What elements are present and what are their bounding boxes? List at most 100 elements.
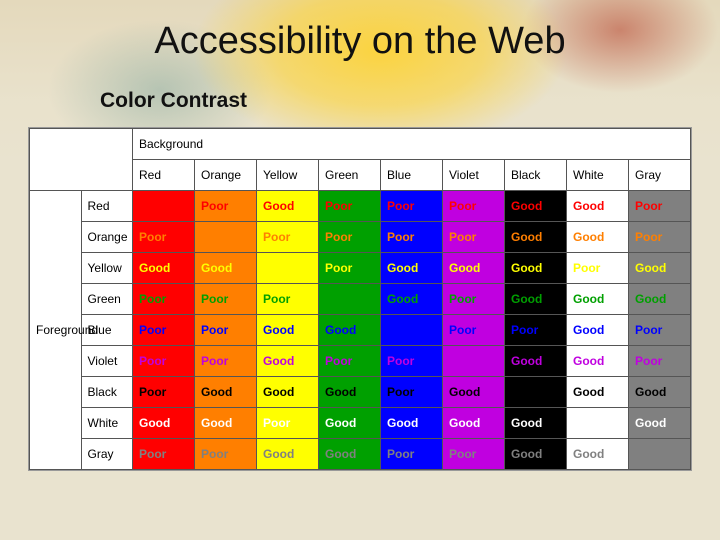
table-row: BluePoorPoorGoodGoodPoorPoorGoodPoor <box>30 315 691 346</box>
cell-black-on-yellow: Good <box>257 377 319 408</box>
bg-col-violet: Violet <box>443 160 505 191</box>
contrast-table: Background RedOrangeYellowGreenBlueViole… <box>29 128 691 470</box>
cell-green-on-yellow: Poor <box>257 284 319 315</box>
cell-gray-on-yellow: Good <box>257 439 319 470</box>
fg-group-header: Foreground <box>30 191 82 470</box>
cell-yellow-on-red: Good <box>133 253 195 284</box>
cell-orange-on-white: Good <box>567 222 629 253</box>
cell-violet-on-red: Poor <box>133 346 195 377</box>
bg-col-black: Black <box>505 160 567 191</box>
cell-black-on-red: Poor <box>133 377 195 408</box>
cell-white-on-blue: Good <box>381 408 443 439</box>
cell-violet-on-yellow: Good <box>257 346 319 377</box>
cell-gray-on-black: Good <box>505 439 567 470</box>
fg-row-yellow: Yellow <box>81 253 133 284</box>
cell-violet-on-orange: Poor <box>195 346 257 377</box>
cell-black-on-green: Good <box>319 377 381 408</box>
page-title: Accessibility on the Web <box>0 20 720 63</box>
cell-red-on-white: Good <box>567 191 629 222</box>
table-body: ForegroundRedPoorGoodPoorPoorPoorGoodGoo… <box>30 191 691 470</box>
cell-black-on-blue: Poor <box>381 377 443 408</box>
cell-blue-on-orange: Poor <box>195 315 257 346</box>
cell-red-on-blue: Poor <box>381 191 443 222</box>
fg-row-red: Red <box>81 191 133 222</box>
cell-green-on-orange: Poor <box>195 284 257 315</box>
cell-green-on-blue: Good <box>381 284 443 315</box>
cell-yellow-on-yellow <box>257 253 319 284</box>
cell-orange-on-red: Poor <box>133 222 195 253</box>
bg-group-header: Background <box>133 129 691 160</box>
cell-violet-on-white: Good <box>567 346 629 377</box>
cell-red-on-violet: Poor <box>443 191 505 222</box>
cell-black-on-white: Good <box>567 377 629 408</box>
cell-red-on-green: Poor <box>319 191 381 222</box>
table-row: BlackPoorGoodGoodGoodPoorGoodGoodGood <box>30 377 691 408</box>
cell-white-on-black: Good <box>505 408 567 439</box>
fg-row-white: White <box>81 408 133 439</box>
cell-red-on-gray: Poor <box>629 191 691 222</box>
cell-gray-on-blue: Poor <box>381 439 443 470</box>
bg-col-red: Red <box>133 160 195 191</box>
cell-orange-on-black: Good <box>505 222 567 253</box>
contrast-table-container: Background RedOrangeYellowGreenBlueViole… <box>28 127 692 471</box>
bg-col-blue: Blue <box>381 160 443 191</box>
cell-blue-on-green: Good <box>319 315 381 346</box>
cell-orange-on-orange <box>195 222 257 253</box>
cell-white-on-red: Good <box>133 408 195 439</box>
cell-gray-on-gray <box>629 439 691 470</box>
cell-white-on-white <box>567 408 629 439</box>
cell-green-on-violet: Poor <box>443 284 505 315</box>
cell-red-on-yellow: Good <box>257 191 319 222</box>
bg-col-gray: Gray <box>629 160 691 191</box>
cell-yellow-on-orange: Good <box>195 253 257 284</box>
cell-yellow-on-violet: Good <box>443 253 505 284</box>
cell-blue-on-blue <box>381 315 443 346</box>
fg-row-blue: Blue <box>81 315 133 346</box>
table-row: GrayPoorPoorGoodGoodPoorPoorGoodGood <box>30 439 691 470</box>
cell-blue-on-white: Good <box>567 315 629 346</box>
table-row: ForegroundRedPoorGoodPoorPoorPoorGoodGoo… <box>30 191 691 222</box>
cell-yellow-on-green: Poor <box>319 253 381 284</box>
cell-black-on-gray: Good <box>629 377 691 408</box>
cell-yellow-on-blue: Good <box>381 253 443 284</box>
cell-violet-on-black: Good <box>505 346 567 377</box>
cell-white-on-yellow: Poor <box>257 408 319 439</box>
cell-black-on-violet: Good <box>443 377 505 408</box>
cell-gray-on-white: Good <box>567 439 629 470</box>
cell-blue-on-gray: Poor <box>629 315 691 346</box>
cell-gray-on-green: Good <box>319 439 381 470</box>
cell-yellow-on-gray: Good <box>629 253 691 284</box>
table-row: VioletPoorPoorGoodPoorPoorGoodGoodPoor <box>30 346 691 377</box>
table-row: YellowGoodGoodPoorGoodGoodGoodPoorGood <box>30 253 691 284</box>
cell-white-on-gray: Good <box>629 408 691 439</box>
cell-violet-on-violet <box>443 346 505 377</box>
cell-green-on-white: Good <box>567 284 629 315</box>
cell-orange-on-green: Poor <box>319 222 381 253</box>
table-row: OrangePoorPoorPoorPoorPoorGoodGoodPoor <box>30 222 691 253</box>
cell-red-on-orange: Poor <box>195 191 257 222</box>
fg-row-green: Green <box>81 284 133 315</box>
table-row: WhiteGoodGoodPoorGoodGoodGoodGoodGood <box>30 408 691 439</box>
cell-green-on-gray: Good <box>629 284 691 315</box>
cell-gray-on-orange: Poor <box>195 439 257 470</box>
bg-col-white: White <box>567 160 629 191</box>
cell-violet-on-gray: Poor <box>629 346 691 377</box>
fg-row-orange: Orange <box>81 222 133 253</box>
cell-white-on-orange: Good <box>195 408 257 439</box>
cell-orange-on-blue: Poor <box>381 222 443 253</box>
cell-orange-on-violet: Poor <box>443 222 505 253</box>
cell-violet-on-green: Poor <box>319 346 381 377</box>
cell-green-on-red: Poor <box>133 284 195 315</box>
table-corner <box>30 129 133 191</box>
cell-blue-on-red: Poor <box>133 315 195 346</box>
section-heading: Color Contrast <box>100 89 720 113</box>
bg-col-orange: Orange <box>195 160 257 191</box>
cell-yellow-on-black: Good <box>505 253 567 284</box>
cell-orange-on-gray: Poor <box>629 222 691 253</box>
fg-row-black: Black <box>81 377 133 408</box>
cell-green-on-green <box>319 284 381 315</box>
cell-blue-on-violet: Poor <box>443 315 505 346</box>
cell-gray-on-red: Poor <box>133 439 195 470</box>
cell-black-on-black <box>505 377 567 408</box>
cell-white-on-violet: Good <box>443 408 505 439</box>
